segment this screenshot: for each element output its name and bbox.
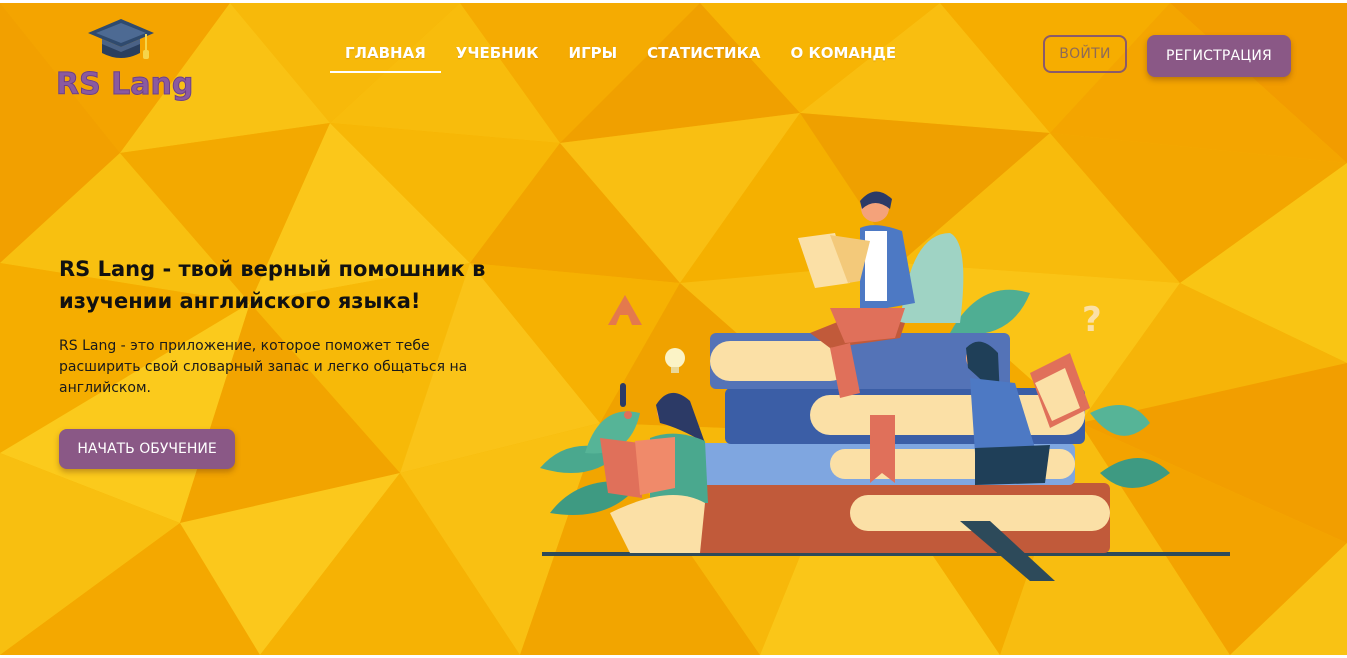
nav-item-games[interactable]: ИГРЫ — [554, 41, 633, 73]
hero-title: RS Lang - твой верный помошник в изучени… — [59, 253, 499, 317]
register-button[interactable]: РЕГИСТРАЦИЯ — [1147, 35, 1291, 77]
hero-title-line-1: RS Lang - твой верный помошник в — [59, 257, 486, 281]
nav-item-textbook[interactable]: УЧЕБНИК — [441, 41, 554, 73]
students-reading-books-illustration: ? — [540, 191, 1230, 581]
svg-text:?: ? — [1082, 300, 1102, 340]
logo-text: RS Lang — [55, 67, 194, 103]
main-nav: ГЛАВНАЯ УЧЕБНИК ИГРЫ СТАТИСТИКА О КОМАНД… — [330, 41, 911, 73]
nav-item-statistics[interactable]: СТАТИСТИКА — [632, 41, 775, 73]
landing-page: RS Lang ГЛАВНАЯ УЧЕБНИК ИГРЫ СТАТИСТИКА … — [0, 3, 1347, 655]
start-learning-button[interactable]: НАЧАТЬ ОБУЧЕНИЕ — [59, 429, 235, 469]
hero-title-line-2: изучении английского языка! — [59, 289, 421, 313]
logo[interactable]: RS Lang — [55, 17, 196, 109]
graduation-cap-icon — [88, 19, 154, 59]
nav-item-home[interactable]: ГЛАВНАЯ — [330, 41, 441, 73]
nav-item-about-team[interactable]: О КОМАНДЕ — [775, 41, 911, 73]
hero-description: RS Lang - это приложение, которое поможе… — [59, 338, 468, 396]
login-button[interactable]: ВОЙТИ — [1043, 35, 1127, 73]
